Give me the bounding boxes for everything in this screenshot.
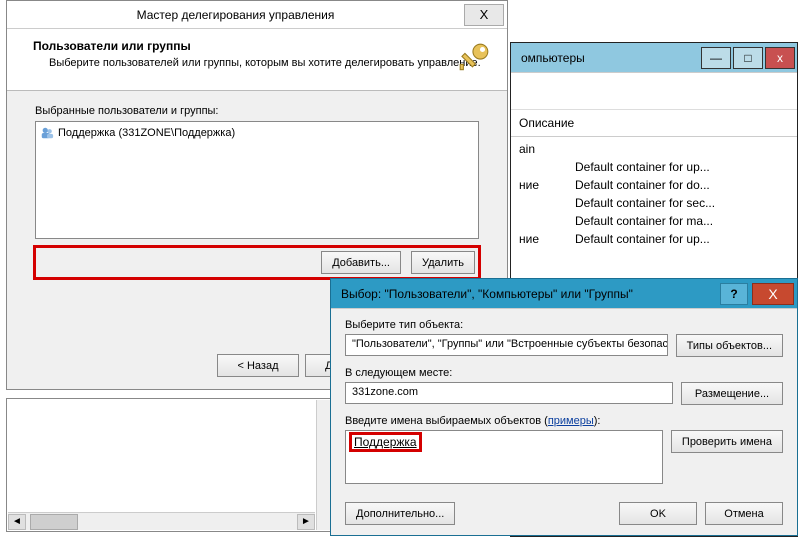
wizard-titlebar[interactable]: Мастер делегирования управления X: [7, 1, 507, 29]
location-field[interactable]: 331zone.com: [345, 382, 673, 404]
close-button[interactable]: x: [765, 47, 795, 69]
select-dialog-title: Выбор: "Пользователи", "Компьютеры" или …: [331, 287, 720, 301]
select-objects-dialog: Выбор: "Пользователи", "Компьютеры" или …: [330, 278, 798, 536]
table-row[interactable]: ниеDefault container for up...: [511, 230, 797, 248]
key-icon: [457, 41, 491, 75]
selected-users-listbox[interactable]: Поддержка (331ZONE\Поддержка): [35, 121, 479, 239]
object-names-input[interactable]: Поддержка: [345, 430, 663, 484]
ok-button[interactable]: OK: [619, 502, 697, 525]
maximize-button[interactable]: □: [733, 47, 763, 69]
entered-name: Поддержка: [352, 435, 419, 449]
help-button[interactable]: ?: [720, 283, 748, 305]
list-item[interactable]: Поддержка (331ZONE\Поддержка): [40, 126, 474, 140]
group-icon: [40, 126, 54, 140]
close-button[interactable]: X: [752, 283, 794, 305]
select-dialog-titlebar[interactable]: Выбор: "Пользователи", "Компьютеры" или …: [331, 279, 797, 309]
wizard-header: Пользователи или группы Выберите пользов…: [7, 29, 507, 91]
table-row[interactable]: ниеDefault container for do...: [511, 176, 797, 194]
remove-button[interactable]: Удалить: [411, 251, 475, 274]
wizard-header-title: Пользователи или группы: [33, 39, 493, 53]
scroll-right-arrow[interactable]: ►: [297, 514, 315, 530]
minimize-button[interactable]: —: [701, 47, 731, 69]
table-row[interactable]: Default container for up...: [511, 158, 797, 176]
aduc-titlebar[interactable]: омпьютеры — □ x: [511, 43, 797, 73]
wizard-header-subtitle: Выберите пользователей или группы, котор…: [49, 56, 493, 71]
close-button[interactable]: X: [464, 4, 504, 26]
tree-pane: ◄ ►: [6, 398, 336, 532]
object-type-label: Выберите тип объекта:: [345, 319, 783, 331]
examples-link[interactable]: примеры: [548, 415, 594, 427]
horizontal-scrollbar[interactable]: ◄ ►: [8, 512, 315, 530]
names-label: Введите имена выбираемых объектов (приме…: [345, 415, 783, 427]
cancel-button[interactable]: Отмена: [705, 502, 783, 525]
locations-button[interactable]: Размещение...: [681, 382, 783, 405]
add-button[interactable]: Добавить...: [321, 251, 401, 274]
aduc-rows: ain Default container for up... ниеDefau…: [511, 137, 797, 251]
object-type-field[interactable]: "Пользователи", "Группы" или "Встроенные…: [345, 334, 668, 356]
aduc-title: омпьютеры: [521, 51, 585, 65]
table-row[interactable]: Default container for ma...: [511, 212, 797, 230]
location-label: В следующем месте:: [345, 367, 783, 379]
scroll-thumb[interactable]: [30, 514, 78, 530]
wizard-title: Мастер делегирования управления: [7, 8, 464, 22]
selected-list-label: Выбранные пользователи и группы:: [35, 105, 479, 117]
column-header-description[interactable]: Описание: [511, 109, 797, 137]
check-names-button[interactable]: Проверить имена: [671, 430, 783, 453]
table-row[interactable]: ain: [511, 140, 797, 158]
advanced-button[interactable]: Дополнительно...: [345, 502, 455, 525]
table-row[interactable]: Default container for sec...: [511, 194, 797, 212]
list-item-label: Поддержка (331ZONE\Поддержка): [58, 127, 235, 139]
back-button[interactable]: < Назад: [217, 354, 299, 377]
scroll-left-arrow[interactable]: ◄: [8, 514, 26, 530]
object-types-button[interactable]: Типы объектов...: [676, 334, 783, 357]
